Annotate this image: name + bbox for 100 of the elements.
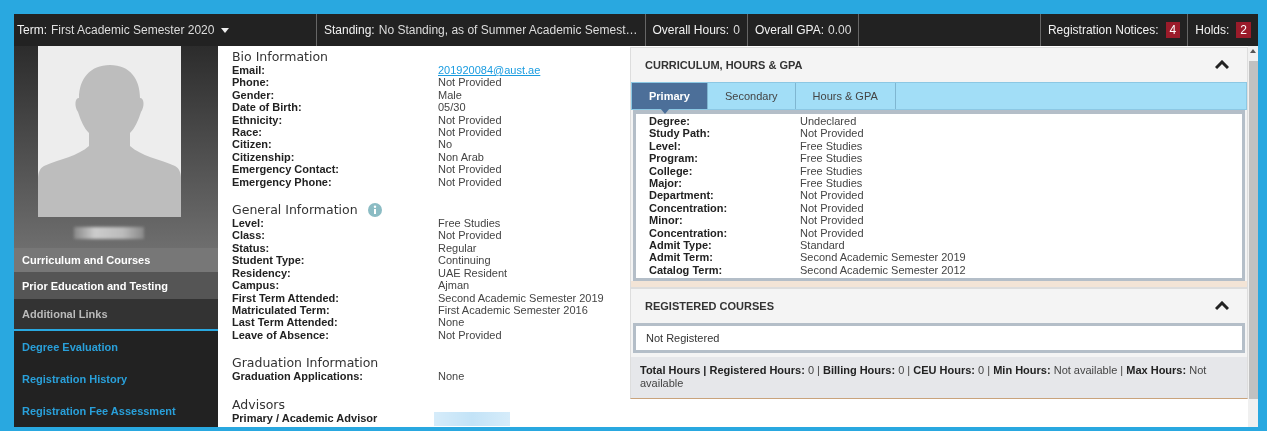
- field-value: Standard: [800, 239, 846, 252]
- field-value: Not Provided: [438, 175, 503, 189]
- field-label: Citizen:: [232, 138, 273, 151]
- field-label: Level:: [232, 217, 265, 230]
- field-label: Concentration:: [649, 201, 729, 215]
- field-value: Not Provided: [438, 113, 503, 127]
- field-label: Emergency Phone:: [232, 175, 333, 189]
- section-heading: Advisors: [232, 396, 285, 412]
- stat-label: Standing:: [324, 23, 375, 37]
- sidebar-link[interactable]: Registration History: [14, 363, 218, 396]
- field-label: Leave of Absence:: [232, 328, 330, 342]
- field-value: None: [438, 316, 466, 329]
- field-label: Major:: [649, 177, 683, 190]
- field-value: None: [438, 370, 466, 383]
- avatar-placeholder-icon: [37, 46, 181, 217]
- field-label: College:: [649, 164, 694, 178]
- field-label: Phone:: [232, 76, 271, 89]
- stat-value: No Standing, as of Summer Academic Semest…: [378, 23, 638, 37]
- panel-title: CURRICULUM, HOURS & GPA: [645, 59, 803, 71]
- field-label: Residency:: [232, 266, 292, 280]
- field-value: Second Academic Semester 2019: [800, 251, 967, 264]
- field-label: Study Path:: [649, 127, 712, 140]
- field-value: Free Studies: [800, 139, 864, 153]
- stat-value: 0.00: [828, 23, 852, 37]
- field-value: Not Provided: [438, 76, 503, 89]
- stat-label: Overall GPA:: [754, 23, 824, 37]
- field-value: Continuing: [438, 254, 492, 267]
- field-label: Graduation Applications:: [232, 370, 364, 383]
- section-heading: General Information: [232, 202, 358, 218]
- field-label: Status:: [232, 241, 271, 255]
- collapse-chevron-icon[interactable]: [1215, 60, 1229, 70]
- sidebar-link[interactable]: Degree Evaluation: [14, 331, 218, 364]
- field-value: Free Studies: [800, 177, 864, 190]
- section-heading: Bio Information: [232, 49, 329, 64]
- field-label: Admit Type:: [649, 239, 713, 252]
- field-value: Not Provided: [800, 189, 865, 202]
- section-heading: Graduation Information: [232, 355, 379, 371]
- notice-label: Registration Notices:: [1047, 23, 1159, 37]
- count-badge[interactable]: 4: [1165, 22, 1181, 38]
- field-label: Matriculated Term:: [232, 303, 331, 317]
- field-label: Program:: [649, 152, 699, 165]
- blurred-name-bar: [74, 227, 144, 239]
- stat-value: 0: [733, 23, 740, 37]
- scrollbar[interactable]: [1248, 46, 1258, 427]
- field-value: Free Studies: [438, 217, 502, 230]
- sidebar-section[interactable]: Curriculum and Courses: [14, 248, 218, 273]
- field-value: Not Provided: [438, 328, 503, 342]
- field-label: Primary / Academic Advisor: [232, 411, 379, 426]
- field-value: Not Provided: [800, 201, 865, 215]
- tab-pointer-icon: [660, 108, 670, 114]
- field-label: Citizenship:: [232, 150, 296, 164]
- term-selector[interactable]: Term: First Academic Semester 2020: [17, 23, 230, 37]
- notice-label: Holds:: [1195, 23, 1230, 37]
- field-label: Race:: [232, 126, 263, 139]
- field-label: Degree:: [649, 115, 691, 128]
- field-label: Level:: [649, 139, 682, 153]
- field-value: Regular: [438, 241, 478, 255]
- field-value: Free Studies: [800, 164, 864, 178]
- tab[interactable]: Hours & GPA: [795, 83, 896, 109]
- field-value: No: [438, 138, 454, 151]
- field-value: Second Academic Semester 2019: [438, 291, 605, 304]
- hours-summary: Total Hours | Registered Hours: 0 | Billing Hours: 0 | CEU Hours: 0 | Min Hours: Not available | Max Hours: Not available: [631, 357, 1247, 399]
- field-label: Gender:: [232, 88, 276, 102]
- field-label: Class:: [232, 229, 267, 242]
- field-label: First Term Attended:: [232, 291, 340, 304]
- field-label: Last Term Attended:: [232, 316, 339, 329]
- field-value: Ajman: [438, 279, 471, 292]
- stat-label: Overall Hours:: [652, 23, 730, 37]
- scroll-up-icon[interactable]: [1250, 49, 1256, 53]
- status-message: Not Registered: [633, 323, 1245, 354]
- field-value: Second Academic Semester 2012: [800, 263, 967, 277]
- sidebar-section[interactable]: Prior Education and Testing: [14, 272, 218, 300]
- collapse-chevron-icon[interactable]: [1215, 301, 1229, 312]
- field-value: Not Provided: [800, 127, 865, 140]
- sidebar-link[interactable]: Registration Fee Assessment: [14, 395, 218, 427]
- field-value: Not Provided: [800, 226, 865, 240]
- field-value: Not Provided: [438, 126, 503, 139]
- field-label: Email:: [232, 64, 266, 77]
- field-label: Catalog Term:: [649, 263, 724, 277]
- field-value: Free Studies: [800, 152, 864, 165]
- field-value: First Academic Semester 2016: [438, 303, 589, 317]
- field-label: Student Type:: [232, 254, 306, 267]
- field-value: Male: [438, 88, 463, 102]
- field-label: Department:: [649, 189, 715, 202]
- caret-icon[interactable]: [221, 27, 230, 33]
- field-value: Undeclared: [800, 115, 858, 128]
- field-label: Ethnicity:: [232, 113, 284, 127]
- panel-title: REGISTERED COURSES: [645, 300, 774, 313]
- field-value: UAE Resident: [438, 266, 509, 280]
- field-label: Concentration:: [649, 226, 729, 240]
- field-value: Not Provided: [438, 163, 503, 176]
- field-label: Date of Birth:: [232, 101, 303, 114]
- tab[interactable]: Secondary: [708, 83, 796, 109]
- field-value: Not Provided: [800, 214, 865, 227]
- field-label: Emergency Contact:: [232, 163, 340, 176]
- count-badge[interactable]: 2: [1236, 22, 1251, 38]
- field-value: Non Arab: [438, 150, 485, 164]
- field-label: Campus:: [232, 279, 281, 292]
- field-value: 05/30: [438, 101, 467, 114]
- sidebar-heading: Additional Links: [14, 299, 218, 332]
